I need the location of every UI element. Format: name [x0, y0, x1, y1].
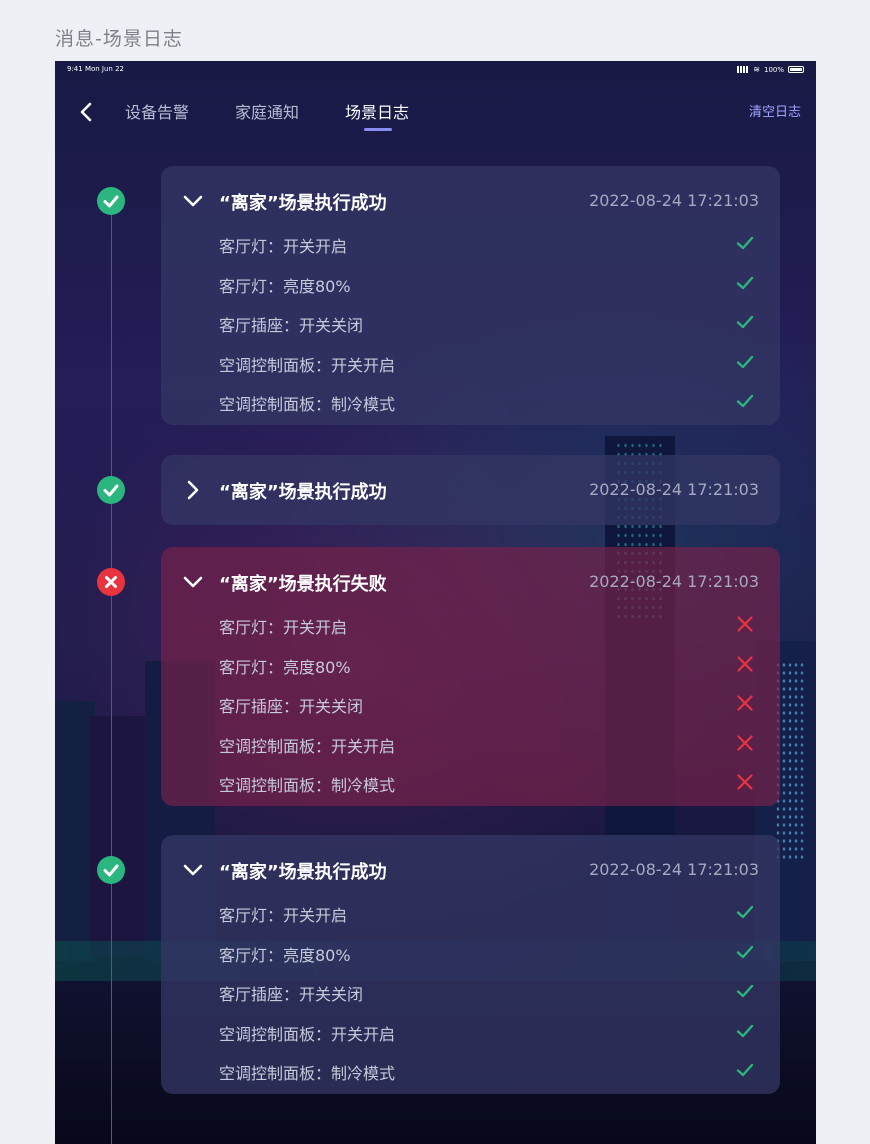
chevron-down-icon[interactable]	[181, 191, 205, 211]
scene-action-label: 客厅灯：开关开启	[219, 237, 348, 256]
scene-action-row: 空调控制面板：制冷模式	[161, 1055, 780, 1095]
scene-action-row: 客厅插座：开关关闭	[161, 307, 780, 347]
scene-action-row: 空调控制面板：开关开启	[161, 728, 780, 768]
tab-device-alerts[interactable]: 设备告警	[125, 99, 189, 123]
scene-log-title: “离家”场景执行失败	[219, 574, 387, 595]
status-indicators: ≋ 100%	[737, 65, 804, 74]
scene-action-row: 空调控制面板：制冷模式	[161, 386, 780, 426]
scene-log-header[interactable]: “离家”场景执行失败 2022-08-24 17:21:03	[161, 547, 780, 617]
check-icon	[736, 234, 754, 252]
cross-icon	[736, 773, 754, 791]
scene-action-label: 空调控制面板：制冷模式	[219, 1064, 396, 1083]
scene-action-label: 客厅灯：亮度80%	[219, 657, 351, 677]
background-building	[55, 701, 95, 961]
scene-action-list: 客厅灯：开关开启 客厅灯：亮度80% 客厅插座：开关关闭空调控制面板：开关开启 空调控…	[161, 228, 780, 426]
success-status-icon	[97, 187, 125, 215]
scene-action-row: 客厅灯：开关开启	[161, 609, 780, 649]
cross-icon	[736, 615, 754, 633]
cross-icon	[736, 655, 754, 673]
scene-action-row: 客厅灯：亮度80%	[161, 649, 780, 689]
status-bar: 9:41 Mon Jun 22 ≋ 100%	[67, 65, 804, 79]
scene-log-title: “离家”场景执行成功	[219, 482, 387, 503]
signal-icon	[737, 66, 750, 73]
scene-action-label: 客厅插座：开关关闭	[219, 985, 364, 1004]
scene-action-label: 空调控制面板：开关开启	[219, 736, 396, 756]
scene-log-time: 2022-08-24 17:21:03	[589, 191, 759, 210]
check-icon	[736, 392, 754, 410]
scene-action-row: 客厅灯：亮度80%	[161, 937, 780, 977]
scene-action-label: 空调控制面板：开关开启	[219, 355, 396, 375]
scene-action-label: 客厅灯：亮度80%	[219, 276, 351, 296]
fail-status-icon	[97, 568, 125, 596]
cross-icon	[736, 694, 754, 712]
chevron-down-icon[interactable]	[181, 572, 205, 592]
tab-scene-logs[interactable]: 场景日志	[345, 99, 409, 123]
scene-action-label: 客厅灯：开关开启	[219, 906, 348, 925]
scene-action-row: 空调控制面板：开关开启	[161, 347, 780, 387]
scene-action-row: 客厅插座：开关关闭	[161, 976, 780, 1016]
wifi-icon: ≋	[753, 65, 760, 74]
nav-bar: 设备告警 家庭通知 场景日志 清空日志	[55, 99, 816, 139]
scene-action-row: 客厅插座：开关关闭	[161, 688, 780, 728]
scene-log-header[interactable]: “离家”场景执行成功 2022-08-24 17:21:03	[161, 166, 780, 236]
success-status-icon	[97, 856, 125, 884]
scene-action-row: 空调控制面板：制冷模式	[161, 767, 780, 807]
scene-action-row: 客厅灯：开关开启	[161, 228, 780, 268]
scene-log-time: 2022-08-24 17:21:03	[589, 480, 759, 499]
back-button[interactable]	[77, 101, 97, 123]
scene-action-row: 客厅灯：开关开启	[161, 897, 780, 937]
check-icon	[736, 943, 754, 961]
scene-action-label: 客厅插座：开关关闭	[219, 316, 364, 335]
scene-log-title: “离家”场景执行成功	[219, 862, 387, 883]
check-icon	[736, 903, 754, 921]
scene-log-time: 2022-08-24 17:21:03	[589, 572, 759, 591]
chevron-down-icon[interactable]	[181, 860, 205, 880]
scene-action-list: 客厅灯：开关开启 客厅灯：亮度80% 客厅插座：开关关闭空调控制面板：开关开启 空调控…	[161, 897, 780, 1095]
check-icon	[736, 982, 754, 1000]
scene-log-card[interactable]: “离家”场景执行成功 2022-08-24 17:21:03 客厅灯：开关开启 客厅灯…	[161, 835, 780, 1094]
check-icon	[736, 1022, 754, 1040]
scene-action-label: 空调控制面板：制冷模式	[219, 395, 396, 414]
success-status-icon	[97, 476, 125, 504]
check-icon	[736, 313, 754, 331]
chevron-right-icon[interactable]	[181, 480, 205, 500]
scene-log-header[interactable]: “离家”场景执行成功 2022-08-24 17:21:03	[161, 835, 780, 905]
battery-icon	[788, 66, 804, 73]
check-icon	[736, 1061, 754, 1079]
clear-log-button[interactable]: 清空日志	[749, 101, 801, 120]
scene-log-card[interactable]: “离家”场景执行失败 2022-08-24 17:21:03 客厅灯：开关开启 客厅灯…	[161, 547, 780, 806]
status-time: 9:41 Mon Jun 22	[67, 65, 124, 73]
active-tab-indicator	[364, 128, 392, 131]
page-title: 消息-场景日志	[55, 28, 183, 50]
chevron-left-icon	[80, 102, 92, 122]
check-icon	[736, 353, 754, 371]
scene-action-label: 客厅灯：亮度80%	[219, 945, 351, 965]
timeline-line	[111, 202, 112, 1144]
scene-log-card[interactable]: “离家”场景执行成功 2022-08-24 17:21:03	[161, 455, 780, 525]
scene-action-label: 客厅插座：开关关闭	[219, 697, 364, 716]
scene-action-label: 空调控制面板：制冷模式	[219, 776, 396, 795]
scene-action-label: 客厅灯：开关开启	[219, 618, 348, 637]
tab-family-notices[interactable]: 家庭通知	[235, 99, 299, 123]
cross-icon	[736, 734, 754, 752]
scene-log-card[interactable]: “离家”场景执行成功 2022-08-24 17:21:03 客厅灯：开关开启 客厅灯…	[161, 166, 780, 425]
device-screen: 9:41 Mon Jun 22 ≋ 100% 设备告警 家庭通知 场景日志 清空…	[55, 61, 816, 1144]
scene-log-header[interactable]: “离家”场景执行成功 2022-08-24 17:21:03	[161, 455, 780, 525]
scene-log-time: 2022-08-24 17:21:03	[589, 860, 759, 879]
scene-action-row: 空调控制面板：开关开启	[161, 1016, 780, 1056]
battery-percent: 100%	[763, 65, 784, 74]
scene-action-list: 客厅灯：开关开启 客厅灯：亮度80% 客厅插座：开关关闭空调控制面板：开关开启 空调控…	[161, 609, 780, 807]
check-icon	[736, 274, 754, 292]
scene-action-row: 客厅灯：亮度80%	[161, 268, 780, 308]
scene-log-title: “离家”场景执行成功	[219, 193, 387, 214]
scene-action-label: 空调控制面板：开关开启	[219, 1024, 396, 1044]
